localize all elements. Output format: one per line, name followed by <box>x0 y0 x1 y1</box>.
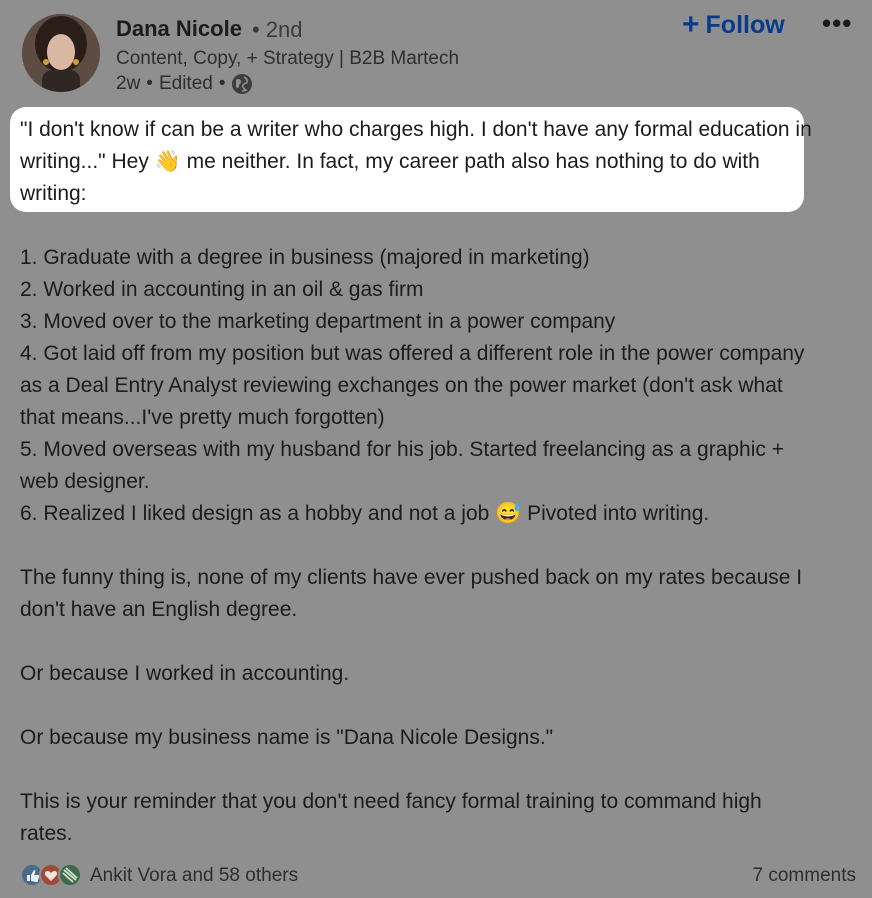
reactions-count[interactable]: Ankit Vora and 58 others <box>90 865 298 887</box>
reaction-icons[interactable] <box>20 861 84 889</box>
post-meta: 2w • Edited • <box>116 73 253 95</box>
post-time: 2w <box>116 73 141 94</box>
post-body: "I don't know if can be a writer who cha… <box>20 114 820 850</box>
comments-count[interactable]: 7 comments <box>753 865 856 887</box>
post-paragraph: Or because I worked in accounting. <box>20 662 350 685</box>
post-list-item: 4. Got laid off from my position but was… <box>20 342 805 429</box>
author-headline: Content, Copy, + Strategy | B2B Martech <box>116 48 460 69</box>
insightful-reaction-icon <box>58 863 82 887</box>
post-paragraph: "I don't know if can be a writer who cha… <box>20 118 812 205</box>
post-paragraph: The funny thing is, none of my clients h… <box>20 566 803 621</box>
post-list-item: 2. Worked in accounting in an oil & gas … <box>20 278 424 301</box>
post-list-item: 6. Realized I liked design as a hobby an… <box>20 502 710 525</box>
meta-separator: • <box>146 73 153 94</box>
more-icon[interactable]: ••• <box>822 8 852 39</box>
edited-label: Edited <box>158 73 213 94</box>
post-paragraph: This is your reminder that you don't nee… <box>20 790 762 845</box>
follow-button[interactable]: + Follow <box>682 9 785 41</box>
post-list-item: 1. Graduate with a degree in business (m… <box>20 246 590 269</box>
post-paragraph: Or because my business name is "Dana Nic… <box>20 726 554 749</box>
globe-icon <box>231 73 253 95</box>
social-counts: Ankit Vora and 58 others 7 comments <box>20 861 856 889</box>
author-name[interactable]: Dana Nicole <box>116 16 242 42</box>
post-list-item: 3. Moved over to the marketing departmen… <box>20 310 616 333</box>
post-list-item: 5. Moved overseas with my husband for hi… <box>20 438 784 493</box>
follow-label: Follow <box>705 10 785 39</box>
plus-icon: + <box>682 8 700 41</box>
avatar-photo <box>22 14 100 92</box>
connection-degree: • 2nd <box>252 17 303 42</box>
author-avatar[interactable] <box>22 14 100 92</box>
meta-separator: • <box>218 73 226 94</box>
